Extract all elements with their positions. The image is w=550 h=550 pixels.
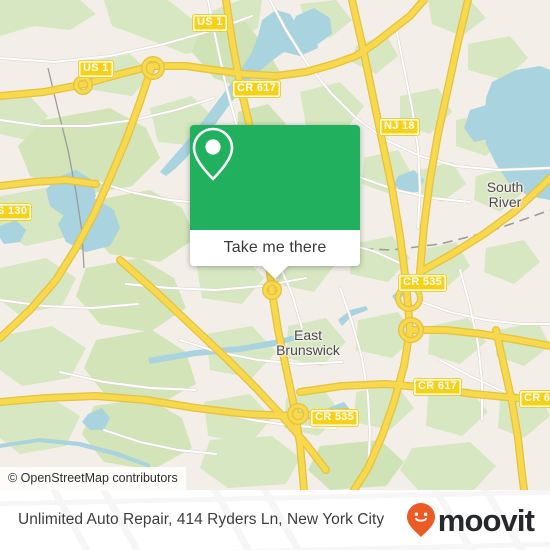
road-shield-nj-18: NJ 18 [379,118,420,136]
road-shield-us-1-north: US 1 [192,14,228,32]
moovit-wordmark: moovit [437,502,535,538]
take-me-there-button[interactable]: Take me there [190,230,360,266]
place-label-east-brunswick: East Brunswick [276,327,340,358]
road-shield-cr-617-south: CR 617 [413,378,463,396]
moovit-brand[interactable]: moovit [406,502,535,538]
map-canvas[interactable]: US 1 US 1 CR 617 NJ 18 S 130 CR 535 CR 617 CR 5… [0,0,550,490]
location-title: Unlimited Auto Repair, 414 Ryders Ln, Ne… [18,511,385,528]
place-label-south-river: South River [486,179,524,210]
moovit-map-screenshot: US 1 US 1 CR 617 NJ 18 S 130 CR 535 CR 617 CR 5… [0,0,550,550]
road-shield-cr-617-north: CR 617 [232,80,282,98]
footer-bar: Unlimited Auto Repair, 414 Ryders Ln, Ne… [0,490,550,550]
road-shield-us-1-west: US 1 [78,60,114,78]
road-shield-cr-535-south: CR 535 [310,409,360,427]
popup-pointer [262,266,288,279]
popup-icon-area [190,125,360,230]
take-me-there-label: Take me there [223,239,327,256]
road-shield-us-130: S 130 [0,203,33,221]
location-pin-icon [192,127,234,181]
road-shield-cr-535-east: CR 535 [398,274,448,292]
osm-attribution[interactable]: © OpenStreetMap contributors [0,467,186,490]
road-shield-cr-617-edge: CR 61 [519,390,550,408]
moovit-pin-icon [406,503,435,537]
take-me-there-popup[interactable]: Take me there [190,125,360,279]
osm-attribution-text: © OpenStreetMap contributors [8,471,178,485]
